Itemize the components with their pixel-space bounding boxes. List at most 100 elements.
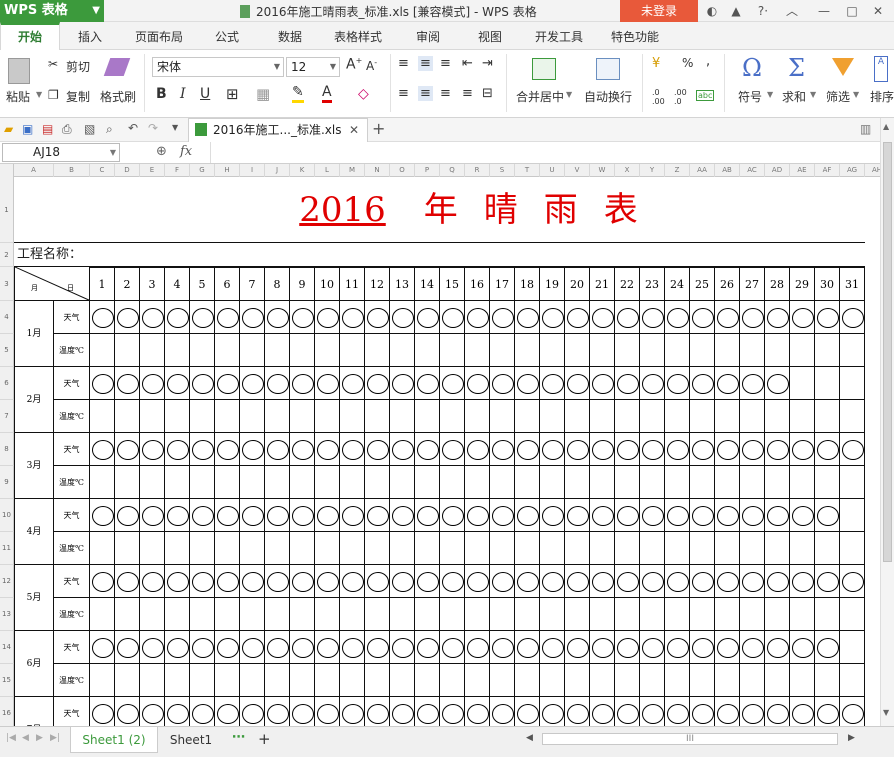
weather-circle[interactable] — [266, 439, 289, 460]
weather-circle[interactable] — [416, 439, 439, 460]
temperature-cell[interactable] — [265, 334, 290, 367]
temperature-cell[interactable] — [165, 598, 190, 631]
weather-circle[interactable] — [416, 703, 439, 724]
temperature-cell[interactable] — [465, 598, 490, 631]
temperature-cell[interactable] — [840, 664, 865, 697]
weather-circle[interactable] — [441, 505, 464, 526]
weather-circle[interactable] — [116, 703, 139, 724]
weather-circle[interactable] — [666, 703, 689, 724]
weather-circle[interactable] — [391, 373, 414, 394]
temperature-cell[interactable] — [840, 334, 865, 367]
temperature-cell[interactable] — [115, 466, 140, 499]
temperature-cell[interactable] — [240, 466, 265, 499]
weather-circle[interactable] — [141, 571, 164, 592]
column-header[interactable]: T — [515, 164, 540, 177]
name-box[interactable]: AJ18 ▼ — [2, 143, 120, 162]
column-header[interactable]: F — [165, 164, 190, 177]
wrap-text-icon[interactable] — [596, 58, 620, 80]
weather-circle[interactable] — [791, 307, 814, 328]
temperature-cell[interactable] — [365, 466, 390, 499]
weather-circle[interactable] — [841, 571, 864, 592]
weather-circle[interactable] — [241, 505, 264, 526]
temperature-cell[interactable] — [415, 532, 440, 565]
temperature-cell[interactable] — [165, 466, 190, 499]
temperature-cell[interactable] — [390, 400, 415, 433]
distribute-icon[interactable]: ⊟ — [482, 86, 493, 101]
weather-circle[interactable] — [266, 703, 289, 724]
chevron-down-icon[interactable]: ▼ — [566, 90, 572, 99]
temperature-cell[interactable] — [115, 400, 140, 433]
temperature-cell[interactable] — [615, 664, 640, 697]
weather-circle[interactable] — [441, 637, 464, 658]
temperature-cell[interactable] — [440, 532, 465, 565]
weather-circle[interactable] — [241, 637, 264, 658]
weather-circle[interactable] — [466, 439, 489, 460]
temperature-cell[interactable] — [490, 598, 515, 631]
column-header[interactable]: AF — [815, 164, 840, 177]
temperature-cell[interactable] — [190, 400, 215, 433]
weather-circle[interactable] — [116, 637, 139, 658]
temperature-cell[interactable] — [190, 466, 215, 499]
column-header[interactable]: O — [390, 164, 415, 177]
weather-circle[interactable] — [566, 637, 589, 658]
weather-circle[interactable] — [491, 703, 514, 724]
orientation-icon[interactable]: ⇤ — [462, 56, 473, 71]
temperature-cell[interactable] — [340, 466, 365, 499]
weather-circle[interactable] — [716, 373, 739, 394]
weather-circle[interactable] — [191, 307, 214, 328]
weather-circle[interactable] — [666, 505, 689, 526]
temperature-cell[interactable] — [365, 400, 390, 433]
export-pdf-icon[interactable]: ▤ — [42, 122, 53, 136]
weather-circle[interactable] — [616, 439, 639, 460]
temperature-cell[interactable] — [215, 400, 240, 433]
weather-circle[interactable] — [441, 373, 464, 394]
weather-circle[interactable] — [241, 439, 264, 460]
weather-circle[interactable] — [766, 571, 789, 592]
weather-circle[interactable] — [291, 307, 314, 328]
new-tab-icon[interactable]: + — [372, 119, 385, 138]
temperature-cell[interactable] — [665, 466, 690, 499]
weather-circle[interactable] — [366, 637, 389, 658]
column-header[interactable]: K — [290, 164, 315, 177]
merge-center-button[interactable]: 合并居中 — [516, 88, 564, 105]
column-header[interactable]: A — [14, 164, 54, 177]
temperature-cell[interactable] — [140, 400, 165, 433]
temperature-cell[interactable] — [665, 532, 690, 565]
weather-circle[interactable] — [491, 439, 514, 460]
tab-view[interactable]: 视图 — [478, 28, 502, 45]
weather-circle[interactable] — [116, 439, 139, 460]
temperature-cell[interactable] — [615, 334, 640, 367]
weather-circle[interactable] — [291, 505, 314, 526]
temperature-cell[interactable] — [540, 334, 565, 367]
weather-circle[interactable] — [216, 571, 239, 592]
temperature-cell[interactable] — [440, 400, 465, 433]
weather-circle[interactable] — [241, 373, 264, 394]
temperature-cell[interactable] — [415, 334, 440, 367]
weather-circle[interactable] — [741, 505, 764, 526]
weather-circle[interactable] — [441, 703, 464, 724]
weather-circle[interactable] — [541, 307, 564, 328]
temperature-cell[interactable] — [565, 664, 590, 697]
weather-circle[interactable] — [291, 637, 314, 658]
column-header[interactable]: V — [565, 164, 590, 177]
weather-circle[interactable] — [416, 571, 439, 592]
temperature-cell[interactable] — [765, 334, 790, 367]
column-header[interactable]: P — [415, 164, 440, 177]
tab-home[interactable]: 开始 — [0, 22, 60, 50]
temperature-cell[interactable] — [665, 598, 690, 631]
maximize-icon[interactable]: □ — [844, 2, 860, 20]
temperature-cell[interactable] — [415, 664, 440, 697]
weather-circle[interactable] — [766, 703, 789, 724]
temperature-cell[interactable] — [90, 532, 115, 565]
weather-circle[interactable] — [166, 307, 189, 328]
row-header[interactable]: 7 — [0, 400, 14, 433]
temperature-cell[interactable] — [340, 664, 365, 697]
align-middle-icon[interactable]: ≡ — [418, 56, 433, 71]
highlight-icon[interactable]: ✎ — [292, 84, 304, 103]
weather-circle[interactable] — [691, 439, 714, 460]
format-painter-button[interactable]: 格式刷 — [100, 88, 136, 105]
weather-circle[interactable] — [816, 505, 839, 526]
weather-circle[interactable] — [416, 373, 439, 394]
temperature-cell[interactable] — [790, 664, 815, 697]
font-color-icon[interactable]: A — [322, 84, 332, 103]
